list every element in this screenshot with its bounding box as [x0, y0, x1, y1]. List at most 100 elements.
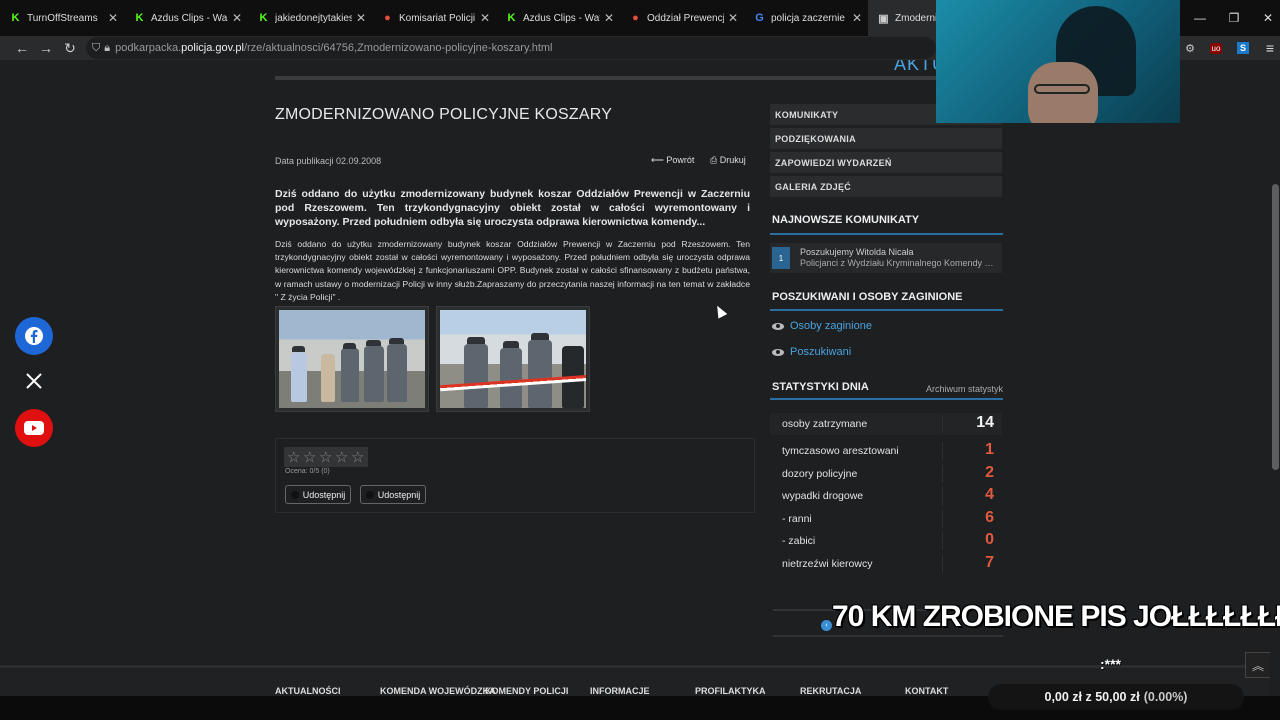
map-pin-icon: ●	[632, 12, 639, 24]
news-title: Poszukujemy Witolda Nicała	[800, 247, 914, 257]
forward-arrow-icon[interactable]: →	[34, 40, 58, 56]
reload-icon[interactable]: ↻	[58, 40, 82, 57]
back-arrow-icon[interactable]: ←	[10, 40, 34, 56]
share-label: Udostępnij	[302, 489, 346, 500]
stat-value: 0	[985, 531, 994, 548]
news-subtitle: Policjanci z Wydziału Kryminalnego Komen…	[800, 258, 1000, 268]
stat-label: wypadki drogowe	[782, 490, 864, 502]
print-link[interactable]: ⎙ Drukuj	[710, 155, 746, 166]
news-number: 1	[772, 247, 790, 269]
footer-link[interactable]: KONTAKT	[905, 686, 948, 696]
stat-value: 7	[985, 554, 994, 571]
back-link[interactable]: ⟵ Powrót	[651, 155, 694, 166]
map-pin-icon: ●	[384, 12, 391, 24]
link-wanted[interactable]: Poszukiwani	[772, 346, 851, 358]
footer-link[interactable]: KOMENDA WOJEWÓDZKA	[380, 686, 496, 696]
shield-icon: ⛉	[92, 41, 101, 54]
sidebar-item-zapowiedzi[interactable]: ZAPOWIEDZI WYDARZEŃ	[770, 152, 1002, 173]
share-button-x[interactable]: Udostępnij	[360, 485, 426, 504]
tab-title: Azdus Clips - Wa	[151, 12, 228, 24]
stat-label: nietrzeźwi kierowcy	[782, 558, 873, 570]
stats-archive-link[interactable]: Archiwum statystyk	[926, 384, 1003, 394]
tab-title: TurnOffStreams	[27, 12, 98, 24]
stat-row: wypadki drogowe 4	[770, 485, 1002, 507]
kick-icon: K	[259, 12, 268, 24]
scroll-to-top-button[interactable]: ︽	[1245, 652, 1271, 678]
page-title: ZMODERNIZOWANO POLICYJNE KOSZARY	[275, 106, 613, 123]
tab-close-icon[interactable]: ✕	[108, 11, 118, 25]
browser-tab[interactable]: ● Oddział Prewencji Po ✕	[620, 0, 744, 36]
header-rule	[275, 76, 1005, 80]
youtube-icon[interactable]	[15, 409, 53, 447]
facebook-icon[interactable]	[15, 317, 53, 355]
browser-tab[interactable]: K TurnOffStreams ✕	[0, 0, 124, 36]
footer-link[interactable]: REKRUTACJA	[800, 686, 861, 696]
share-button-facebook[interactable]: Udostępnij	[285, 485, 351, 504]
gallery-photo[interactable]	[436, 306, 590, 412]
tab-close-icon[interactable]: ✕	[604, 11, 614, 25]
article-lead: Dziś oddano do użytku zmodernizowany bud…	[275, 188, 750, 228]
footer-link[interactable]: PROFILAKTYKA	[695, 686, 766, 696]
stat-row: osoby zatrzymane 14	[770, 413, 1002, 435]
stream-emote-text: :***	[1100, 656, 1122, 672]
footer-link[interactable]: AKTUALNOŚCI	[275, 686, 341, 696]
stat-label: osoby zatrzymane	[782, 418, 868, 430]
eye-icon	[772, 322, 784, 330]
sidebar-item-podziekowania[interactable]: PODZIĘKOWANIA	[770, 128, 1002, 149]
tab-close-icon[interactable]: ✕	[852, 11, 862, 25]
arrow-left-icon: ⟵	[651, 155, 664, 165]
star-icon[interactable]: ☆	[303, 450, 318, 465]
stat-value: 1	[985, 441, 994, 458]
footer-link[interactable]: KOMENDY POLICJI	[485, 686, 568, 696]
google-icon: G	[755, 12, 764, 24]
news-list-item[interactable]: 1 Poszukujemy Witolda Nicała Policjanci …	[770, 243, 1002, 273]
photo-ceremony-handshake	[279, 310, 425, 408]
lock-icon: 🔒︎	[104, 41, 111, 54]
kick-icon: K	[507, 12, 516, 24]
star-icon[interactable]: ☆	[319, 450, 334, 465]
ublock-icon[interactable]: uo	[1204, 36, 1228, 60]
tab-close-icon[interactable]: ✕	[480, 11, 490, 25]
star-icon[interactable]: ☆	[287, 450, 302, 465]
gallery-photo[interactable]	[275, 306, 429, 412]
stat-row: - zabici 0	[770, 530, 1002, 552]
stat-value: 2	[985, 464, 994, 481]
footer-link[interactable]: INFORMACJE	[590, 686, 650, 696]
rating-panel: ☆ ☆ ☆ ☆ ☆ Ocena: 0/5 (0) Udostępnij Udos…	[275, 438, 755, 513]
kick-icon: K	[135, 12, 144, 24]
donation-goal-bar: 0,00 zł z 50,00 zł (0.00%)	[988, 684, 1244, 710]
rating-stars[interactable]: ☆ ☆ ☆ ☆ ☆	[284, 447, 368, 467]
browser-tab[interactable]: K Azdus Clips - Watch ✕	[496, 0, 620, 36]
tab-close-icon[interactable]: ✕	[728, 11, 738, 25]
carousel-prev-icon[interactable]: ‹	[821, 620, 832, 631]
extension-s-icon[interactable]: S	[1231, 36, 1255, 60]
stats-heading: STATYSTYKI DNIA	[772, 381, 869, 393]
link-missing-persons[interactable]: Osoby zaginione	[772, 320, 872, 332]
missing-heading: POSZUKIWANI I OSOBY ZAGINIONE	[772, 291, 963, 303]
menu-icon[interactable]: ≡	[1258, 36, 1280, 60]
news-heading: NAJNOWSZE KOMUNIKATY	[772, 214, 920, 226]
browser-tab[interactable]: ● Komisariat Policji II w ✕	[372, 0, 496, 36]
stat-row: nietrzeźwi kierowcy 7	[770, 553, 1002, 575]
link-label: Osoby zaginione	[790, 320, 872, 332]
back-label: Powrót	[666, 155, 695, 165]
sidebar-item-galeria[interactable]: GALERIA ZDJĘĆ	[770, 176, 1002, 197]
star-icon[interactable]: ☆	[351, 450, 366, 465]
kick-icon: K	[11, 12, 20, 24]
extension-icon[interactable]: ⚙	[1178, 36, 1202, 60]
close-window-icon[interactable]: ✕	[1248, 0, 1280, 36]
address-bar[interactable]: ⛉ 🔒︎ podkarpacka. policja.gov.pl/rze/aktu…	[86, 37, 936, 59]
browser-tab[interactable]: Kjakiedonejtytakiestri ✕	[248, 0, 372, 36]
x-icon[interactable]	[15, 362, 53, 400]
stat-label: - ranni	[782, 513, 812, 525]
browser-tab[interactable]: Gpolicja zaczernie - Sz ✕	[744, 0, 868, 36]
tab-close-icon[interactable]: ✕	[356, 11, 366, 25]
browser-tab[interactable]: K Azdus Clips - Wa ✕	[124, 0, 248, 36]
url-host: policja.gov.pl	[181, 42, 244, 54]
donation-percent: (0.00%)	[1143, 690, 1188, 704]
mouse-cursor-icon	[712, 303, 728, 319]
star-icon[interactable]: ☆	[335, 450, 350, 465]
scrollbar-thumb[interactable]	[1272, 184, 1279, 470]
tab-close-icon[interactable]: ✕	[232, 11, 242, 25]
divider	[770, 233, 1003, 235]
